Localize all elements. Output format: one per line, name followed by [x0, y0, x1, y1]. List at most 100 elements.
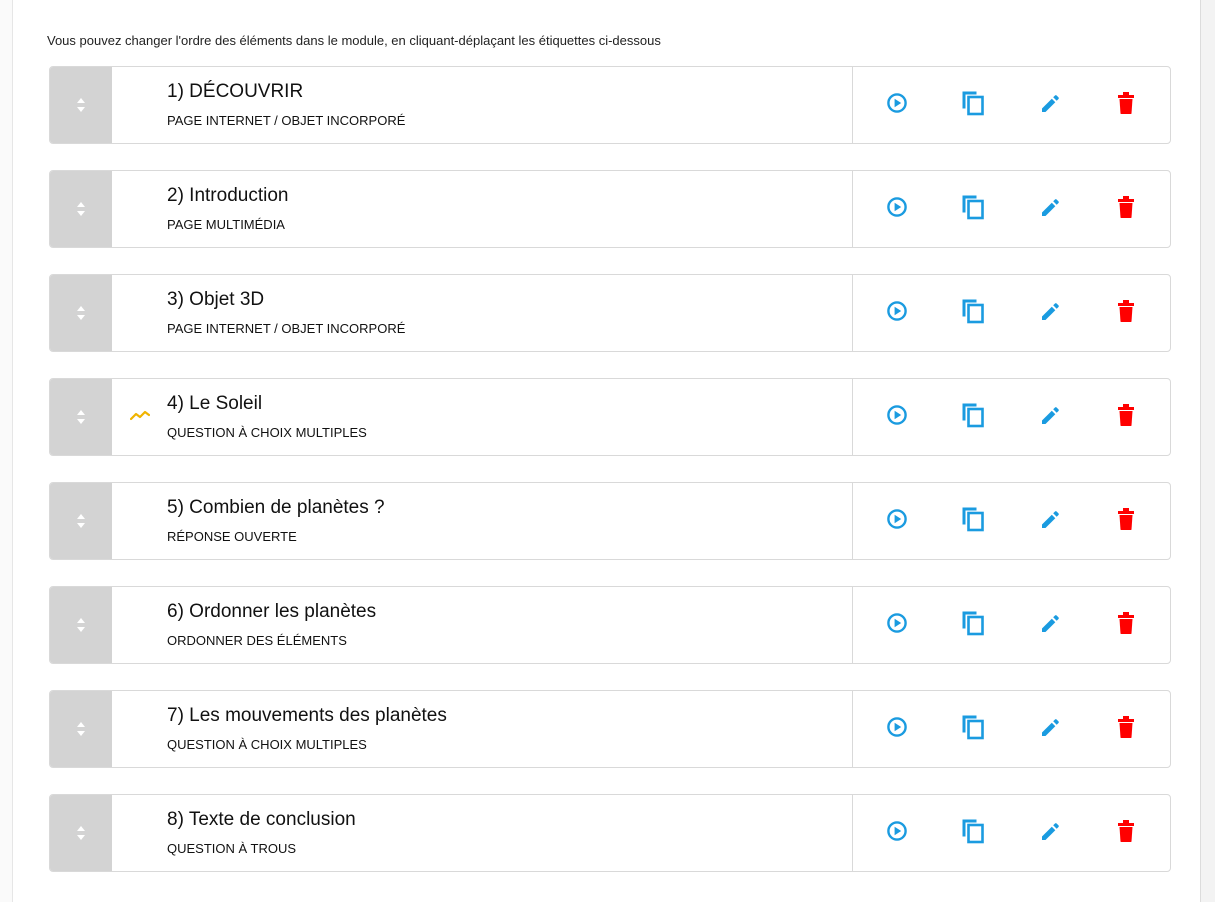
preview-button[interactable]	[875, 187, 919, 231]
delete-button[interactable]	[1104, 395, 1148, 439]
drag-handle[interactable]	[50, 275, 112, 351]
edit-icon	[1039, 300, 1061, 327]
preview-button[interactable]	[875, 707, 919, 751]
duplicate-icon	[961, 298, 985, 329]
list-item[interactable]: 5) Combien de planètes ? RÉPONSE OUVERTE	[49, 482, 1171, 560]
edit-button[interactable]	[1028, 395, 1072, 439]
item-info: 2) Introduction PAGE MULTIMÉDIA	[167, 171, 852, 247]
duplicate-button[interactable]	[951, 499, 995, 543]
item-actions	[852, 587, 1170, 663]
play-icon	[886, 612, 908, 639]
duplicate-button[interactable]	[951, 395, 995, 439]
delete-button[interactable]	[1104, 707, 1148, 751]
edit-icon	[1039, 196, 1061, 223]
drag-handle[interactable]	[50, 587, 112, 663]
drag-handle[interactable]	[50, 379, 112, 455]
list-item[interactable]: 2) Introduction PAGE MULTIMÉDIA	[49, 170, 1171, 248]
delete-icon	[1116, 819, 1136, 848]
list-item[interactable]: 6) Ordonner les planètes ORDONNER DES ÉL…	[49, 586, 1171, 664]
item-info: 1) DÉCOUVRIR PAGE INTERNET / OBJET INCOR…	[167, 67, 852, 143]
item-type: RÉPONSE OUVERTE	[167, 529, 297, 544]
duplicate-icon	[961, 194, 985, 225]
item-actions	[852, 379, 1170, 455]
item-actions	[852, 483, 1170, 559]
stats-icon	[129, 408, 150, 427]
item-title: 7) Les mouvements des planètes	[167, 705, 447, 726]
duplicate-icon	[961, 90, 985, 121]
preview-button[interactable]	[875, 603, 919, 647]
play-icon	[886, 92, 908, 119]
list-item[interactable]: 7) Les mouvements des planètes QUESTION …	[49, 690, 1171, 768]
preview-button[interactable]	[875, 83, 919, 127]
item-actions	[852, 171, 1170, 247]
item-type: QUESTION À CHOIX MULTIPLES	[167, 425, 367, 440]
item-title: 6) Ordonner les planètes	[167, 601, 377, 622]
edit-button[interactable]	[1028, 499, 1072, 543]
sort-icon	[76, 721, 86, 737]
play-icon	[886, 300, 908, 327]
sort-icon	[76, 409, 86, 425]
play-icon	[886, 196, 908, 223]
preview-button[interactable]	[875, 291, 919, 335]
item-mark-slot	[112, 691, 167, 767]
delete-button[interactable]	[1104, 603, 1148, 647]
edit-button[interactable]	[1028, 707, 1072, 751]
duplicate-button[interactable]	[951, 83, 995, 127]
drag-handle[interactable]	[50, 483, 112, 559]
preview-button[interactable]	[875, 499, 919, 543]
item-title: 5) Combien de planètes ?	[167, 497, 385, 518]
item-mark-slot	[112, 483, 167, 559]
item-mark-slot	[112, 379, 167, 455]
item-info: 6) Ordonner les planètes ORDONNER DES ÉL…	[167, 587, 852, 663]
drag-handle[interactable]	[50, 67, 112, 143]
edit-icon	[1039, 404, 1061, 431]
duplicate-icon	[961, 506, 985, 537]
item-info: 5) Combien de planètes ? RÉPONSE OUVERTE	[167, 483, 852, 559]
delete-button[interactable]	[1104, 499, 1148, 543]
edit-button[interactable]	[1028, 291, 1072, 335]
preview-button[interactable]	[875, 811, 919, 855]
list-item[interactable]: 8) Texte de conclusion QUESTION À TROUS	[49, 794, 1171, 872]
item-info: 4) Le Soleil QUESTION À CHOIX MULTIPLES	[167, 379, 852, 455]
sort-icon	[76, 513, 86, 529]
sort-icon	[76, 305, 86, 321]
edit-button[interactable]	[1028, 83, 1072, 127]
item-info: 3) Objet 3D PAGE INTERNET / OBJET INCORP…	[167, 275, 852, 351]
edit-button[interactable]	[1028, 187, 1072, 231]
right-scrollbar[interactable]	[1200, 0, 1215, 902]
duplicate-button[interactable]	[951, 603, 995, 647]
item-title: 2) Introduction	[167, 185, 289, 206]
reorder-instruction: Vous pouvez changer l'ordre des éléments…	[47, 33, 661, 48]
delete-button[interactable]	[1104, 83, 1148, 127]
list-item[interactable]: 1) DÉCOUVRIR PAGE INTERNET / OBJET INCOR…	[49, 66, 1171, 144]
duplicate-button[interactable]	[951, 291, 995, 335]
preview-button[interactable]	[875, 395, 919, 439]
item-type: PAGE INTERNET / OBJET INCORPORÉ	[167, 113, 406, 128]
item-type: QUESTION À TROUS	[167, 841, 297, 856]
drag-handle[interactable]	[50, 691, 112, 767]
delete-button[interactable]	[1104, 187, 1148, 231]
item-title: 4) Le Soleil	[167, 393, 263, 414]
drag-handle[interactable]	[50, 171, 112, 247]
duplicate-button[interactable]	[951, 811, 995, 855]
sort-icon	[76, 201, 86, 217]
delete-icon	[1116, 91, 1136, 120]
item-info: 8) Texte de conclusion QUESTION À TROUS	[167, 795, 852, 871]
delete-icon	[1116, 299, 1136, 328]
delete-icon	[1116, 715, 1136, 744]
play-icon	[886, 508, 908, 535]
list-item[interactable]: 4) Le Soleil QUESTION À CHOIX MULTIPLES	[49, 378, 1171, 456]
edit-button[interactable]	[1028, 811, 1072, 855]
edit-button[interactable]	[1028, 603, 1072, 647]
delete-button[interactable]	[1104, 811, 1148, 855]
delete-button[interactable]	[1104, 291, 1148, 335]
edit-icon	[1039, 92, 1061, 119]
delete-icon	[1116, 403, 1136, 432]
item-actions	[852, 67, 1170, 143]
duplicate-button[interactable]	[951, 707, 995, 751]
play-icon	[886, 820, 908, 847]
list-item[interactable]: 3) Objet 3D PAGE INTERNET / OBJET INCORP…	[49, 274, 1171, 352]
item-info: 7) Les mouvements des planètes QUESTION …	[167, 691, 852, 767]
drag-handle[interactable]	[50, 795, 112, 871]
duplicate-button[interactable]	[951, 187, 995, 231]
